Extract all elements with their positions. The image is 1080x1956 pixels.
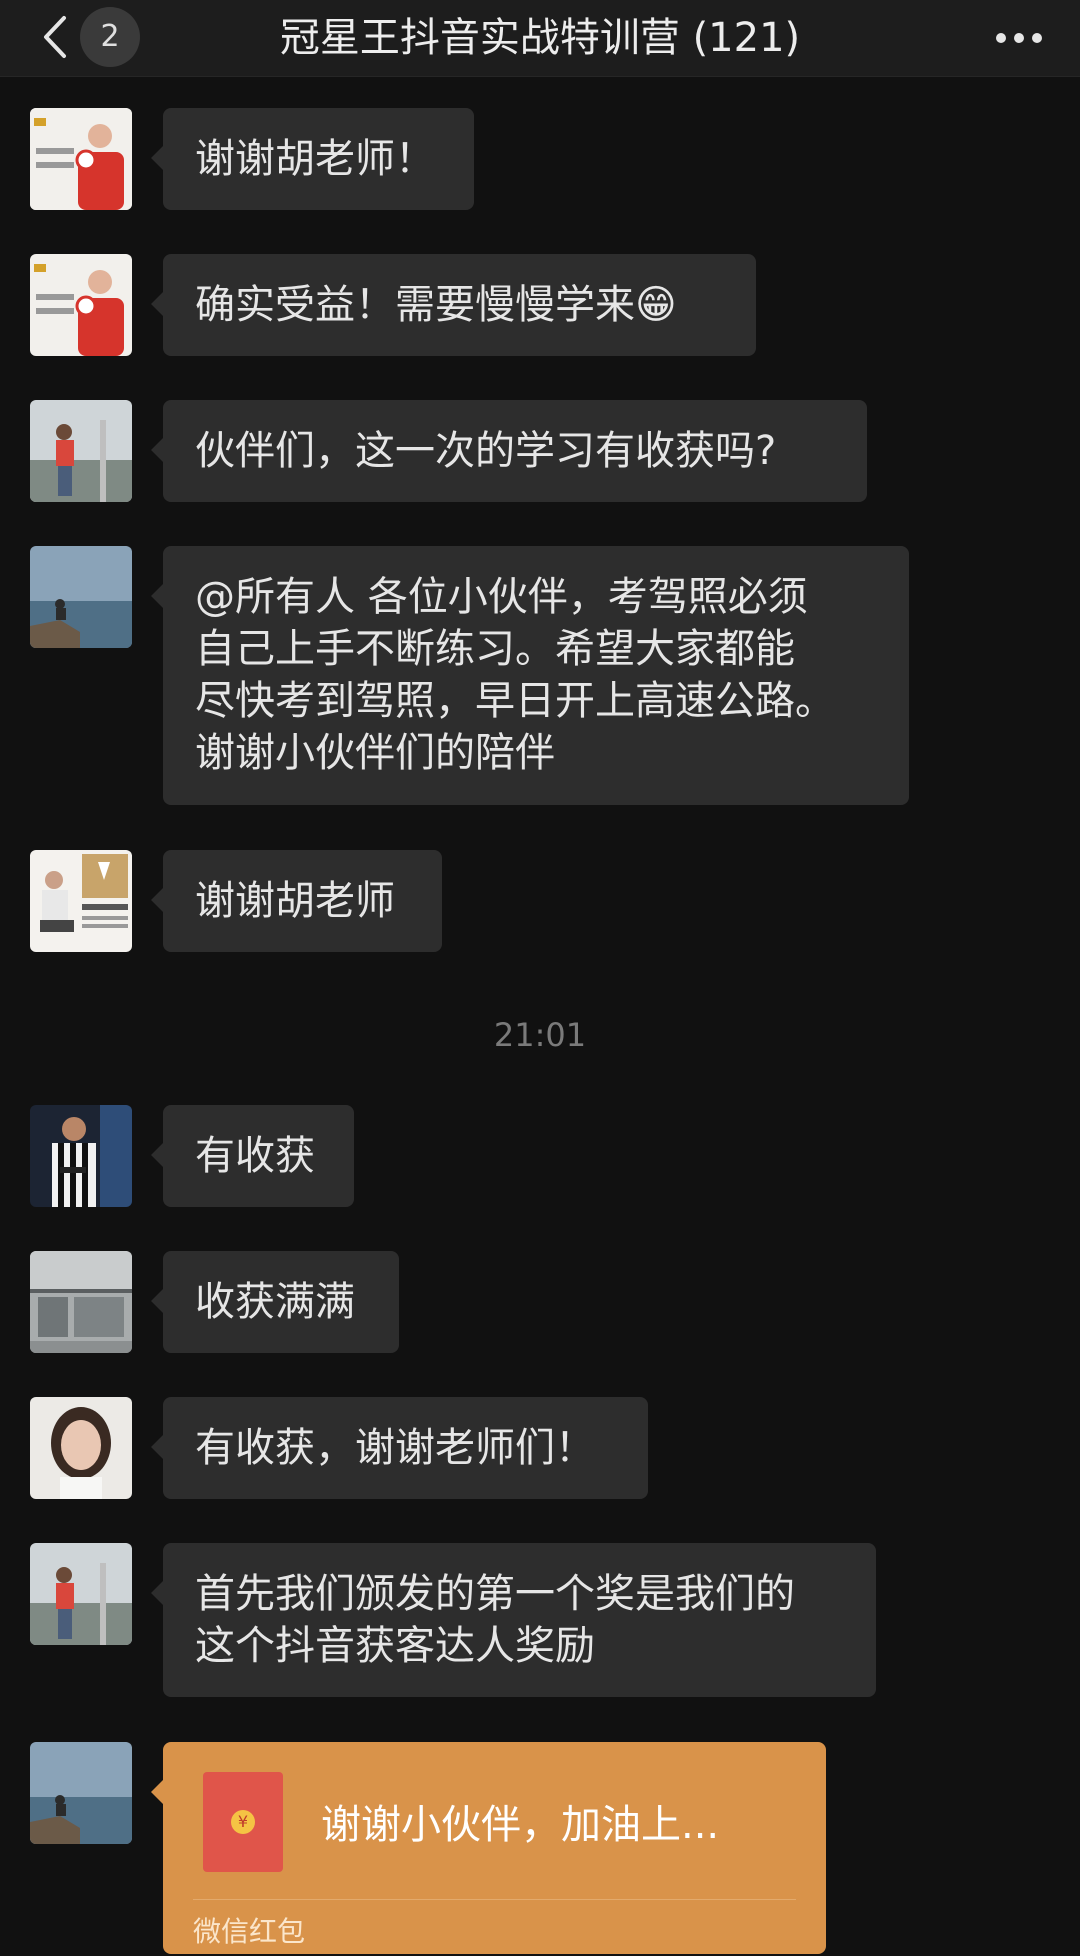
red-envelope-icon: ¥ bbox=[203, 1772, 283, 1872]
message-bubble[interactable]: 首先我们颁发的第一个奖是我们的 这个抖音获客达人奖励 bbox=[151, 1543, 876, 1697]
avatar[interactable] bbox=[30, 1251, 132, 1353]
red-packet-message[interactable]: ¥ 谢谢小伙伴，加油上... 微信红包 bbox=[151, 1742, 826, 1954]
avatar[interactable] bbox=[30, 850, 132, 952]
message-bubble[interactable]: 谢谢胡老师 bbox=[151, 850, 442, 952]
avatar[interactable] bbox=[30, 1742, 132, 1844]
timestamp: 21:01 bbox=[493, 1016, 587, 1054]
red-packet-label: 微信红包 bbox=[193, 1915, 306, 1948]
avatar[interactable] bbox=[30, 108, 132, 210]
avatar[interactable] bbox=[30, 546, 132, 648]
message-bubble[interactable]: 有收获 bbox=[151, 1105, 354, 1207]
message-bubble[interactable]: 有收获，谢谢老师们！ bbox=[151, 1397, 648, 1499]
more-options-icon[interactable] bbox=[994, 24, 1044, 52]
avatar[interactable] bbox=[30, 1105, 132, 1207]
chat-title: 冠星王抖音实战特训营 (121) bbox=[279, 15, 801, 61]
message-bubble[interactable]: 确实受益！需要慢慢学来😁 bbox=[151, 254, 756, 356]
red-packet-text: 谢谢小伙伴，加油上... bbox=[321, 1802, 720, 1848]
divider bbox=[193, 1899, 796, 1900]
avatar[interactable] bbox=[30, 254, 132, 356]
avatar[interactable] bbox=[30, 400, 132, 502]
message-bubble[interactable]: 伙伴们，这一次的学习有收获吗? bbox=[151, 400, 867, 502]
navigation-bar: 2 冠星王抖音实战特训营 (121) bbox=[0, 0, 1080, 77]
unread-count-badge[interactable]: 2 bbox=[80, 7, 140, 67]
coin-icon: ¥ bbox=[231, 1810, 255, 1834]
avatar[interactable] bbox=[30, 1397, 132, 1499]
message-bubble[interactable]: @所有人 各位小伙伴，考驾照必须 自己上手不断练习。希望大家都能 尽快考到驾照，… bbox=[151, 546, 909, 805]
message-bubble[interactable]: 谢谢胡老师！ bbox=[151, 108, 474, 210]
avatar[interactable] bbox=[30, 1543, 132, 1645]
message-bubble[interactable]: 收获满满 bbox=[151, 1251, 399, 1353]
back-arrow-icon[interactable] bbox=[36, 14, 76, 60]
